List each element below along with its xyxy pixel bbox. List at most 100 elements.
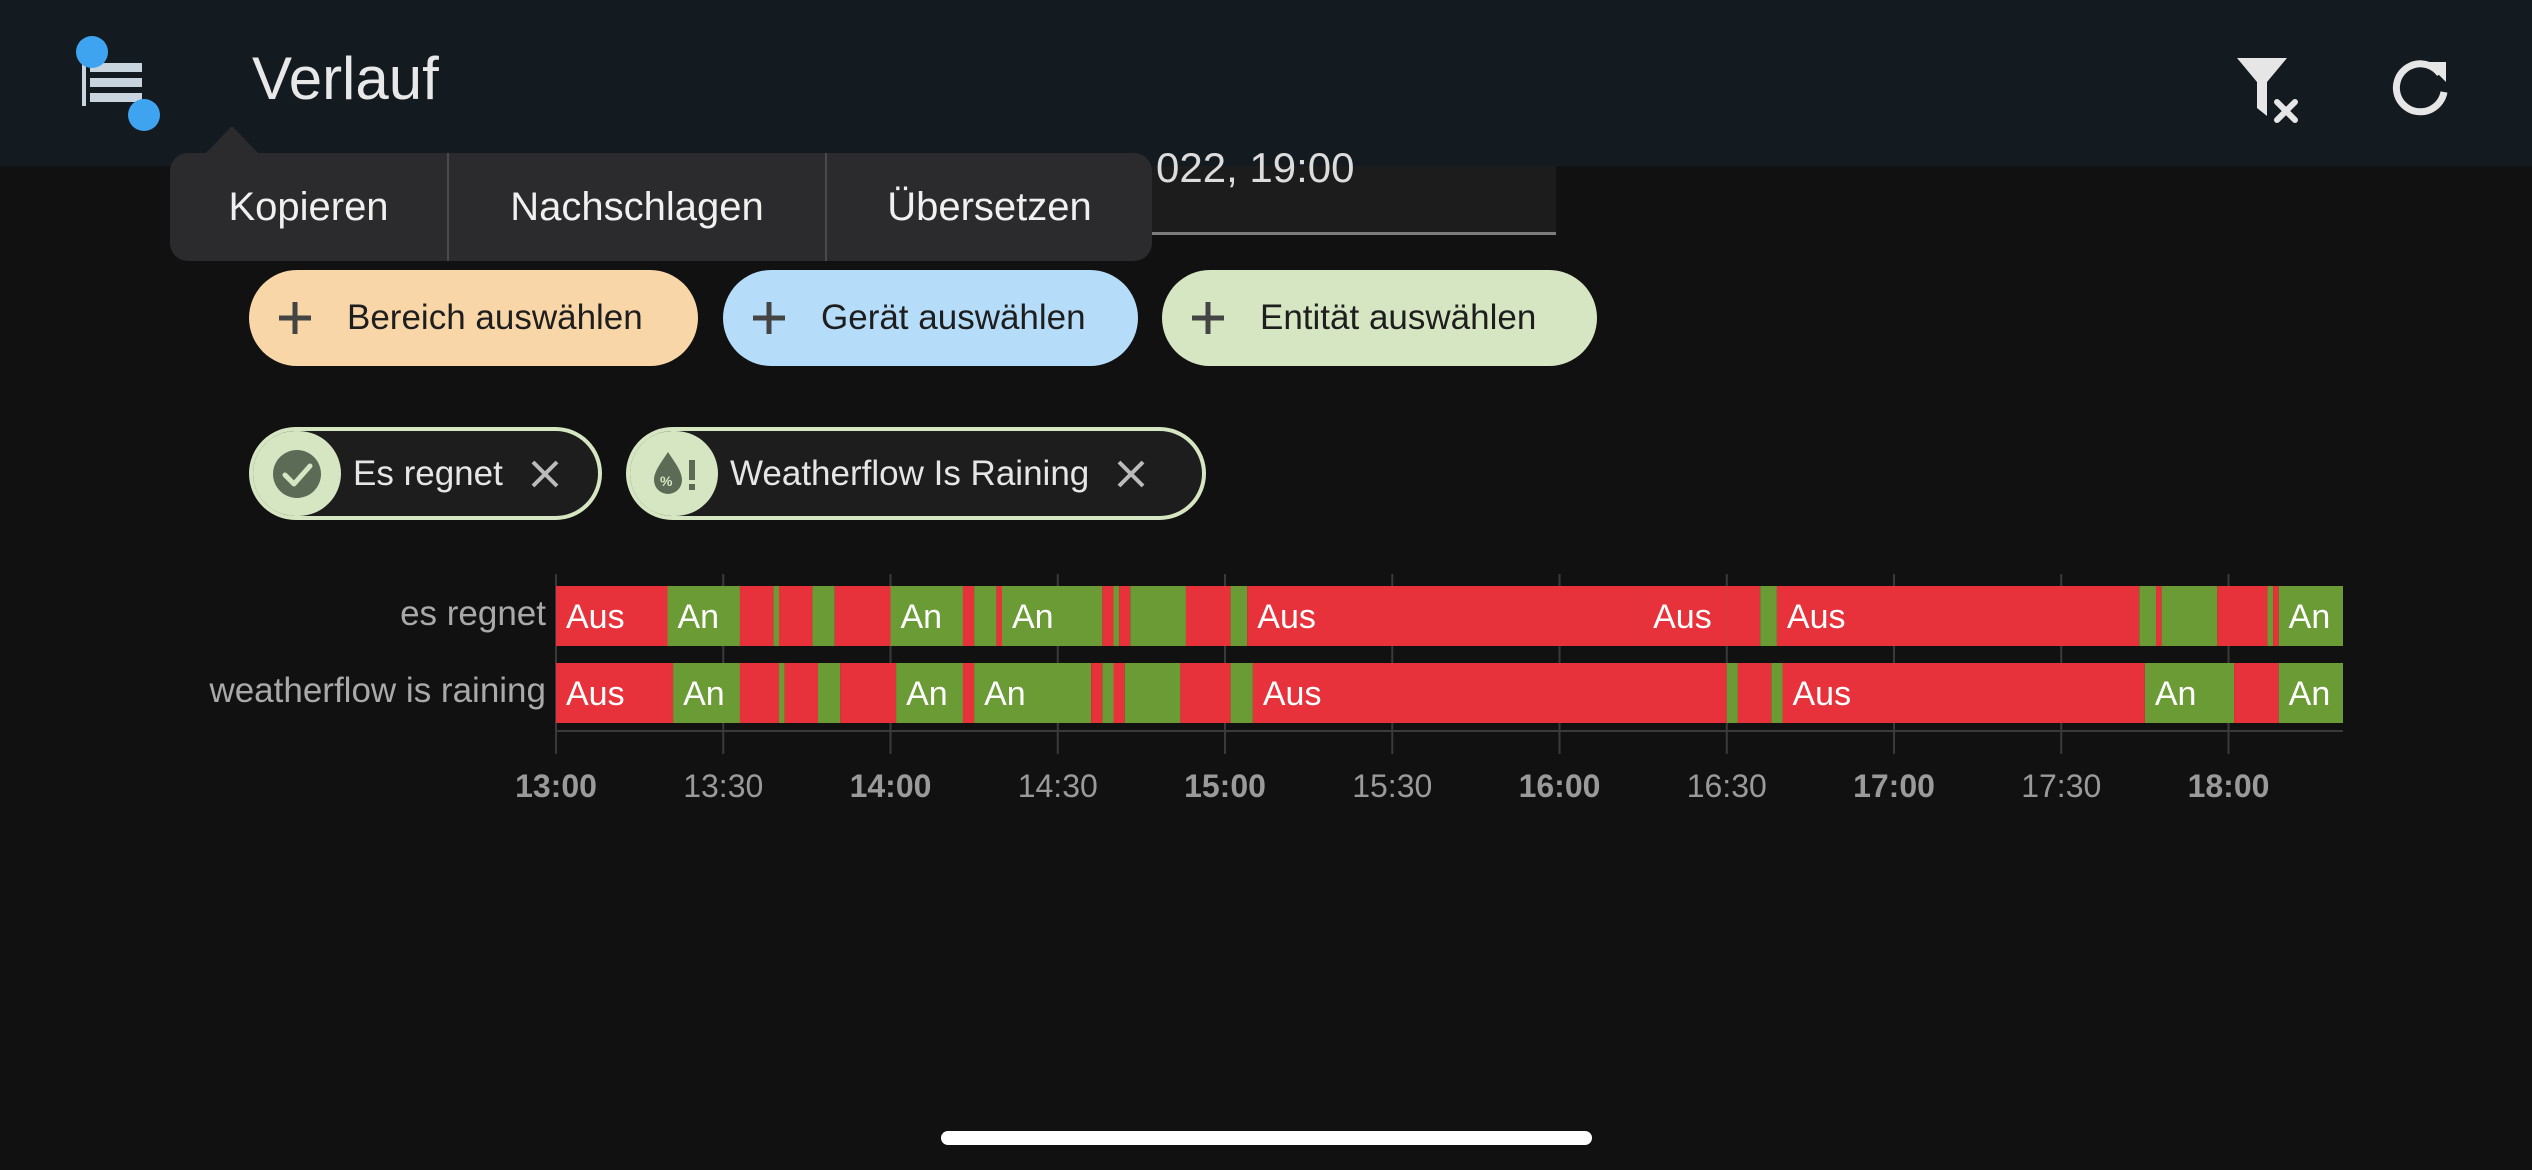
- timeline-segment-label: An: [2155, 675, 2197, 713]
- timeline-segment[interactable]: [1102, 663, 1114, 723]
- timeline-segment[interactable]: [840, 663, 897, 723]
- text-context-menu: Kopieren Nachschlagen Übersetzen: [170, 153, 1152, 261]
- timeline-segment[interactable]: [2267, 586, 2274, 646]
- close-icon[interactable]: [529, 458, 561, 490]
- end-date-field[interactable]: 022, 19:00: [1140, 144, 1556, 235]
- timeline-segment[interactable]: [1771, 663, 1783, 723]
- timeline-segment[interactable]: [1091, 663, 1103, 723]
- x-tick-label: 13:30: [683, 768, 763, 804]
- context-menu-translate[interactable]: Übersetzen: [825, 153, 1152, 261]
- choose-entity-label: Entität auswählen: [1260, 298, 1537, 337]
- x-tick-label: 15:00: [1184, 768, 1266, 804]
- timeline-segment[interactable]: [1230, 586, 1248, 646]
- timeline-segment[interactable]: [1230, 663, 1253, 723]
- x-tick-label: 17:30: [2021, 768, 2101, 804]
- entity-chip-label: Es regnet: [353, 453, 503, 493]
- timeline-segment-label: Aus: [1787, 598, 1846, 636]
- timeline-segment-label: Aus: [566, 675, 625, 713]
- timeline-segment-label: An: [2289, 675, 2331, 713]
- timeline-segment[interactable]: [1130, 586, 1186, 646]
- choose-area-button[interactable]: Bereich auswählen: [249, 270, 698, 366]
- timeline-segment[interactable]: [1124, 663, 1181, 723]
- timeline-segment[interactable]: [2161, 586, 2218, 646]
- timeline-segment[interactable]: [974, 586, 997, 646]
- x-tick-label: 15:30: [1352, 768, 1432, 804]
- timeline-segment[interactable]: [1185, 586, 1231, 646]
- menu-button[interactable]: [68, 30, 168, 135]
- timeline-segment-label: An: [683, 675, 725, 713]
- timeline-segment[interactable]: [1113, 663, 1125, 723]
- svg-text:%: %: [660, 473, 673, 489]
- timeline-segment[interactable]: [1113, 586, 1120, 646]
- sidebar-menu-icon: [76, 36, 160, 131]
- page-title: Verlauf: [252, 45, 439, 112]
- timeline-segment[interactable]: [2273, 586, 2279, 646]
- timeline-segment-label: Aus: [1263, 675, 1322, 713]
- timeline-segment-label: Aus: [566, 598, 625, 636]
- timeline-segment-label: An: [678, 598, 720, 636]
- end-date-value: 022, 19:00: [1156, 144, 1355, 191]
- timeline-segment[interactable]: [773, 586, 779, 646]
- entity-chip-weatherflow-is-raining: % Weatherflow Is Raining: [626, 427, 1206, 520]
- app-toolbar: Verlauf: [0, 0, 2532, 166]
- plus-icon: [279, 302, 311, 334]
- timeline-segment[interactable]: [962, 663, 975, 723]
- timeline-segment-label: An: [984, 675, 1026, 713]
- timeline-segment[interactable]: [2156, 586, 2162, 646]
- x-tick-label: 16:00: [1519, 768, 1601, 804]
- context-menu-pointer: [205, 126, 259, 154]
- plus-icon: [753, 302, 785, 334]
- choose-area-label: Bereich auswählen: [347, 298, 643, 337]
- timeline-segment-label: Aus: [1793, 675, 1852, 713]
- refresh-button[interactable]: [2380, 50, 2460, 130]
- timeline-segment[interactable]: [739, 663, 779, 723]
- timeline-segment-label: Aus: [1257, 598, 1316, 636]
- choose-device-button[interactable]: Gerät auswählen: [723, 270, 1138, 366]
- refresh-icon: [2392, 60, 2448, 116]
- filter-remove-icon: [2237, 58, 2298, 123]
- check-circle-icon: [273, 449, 321, 498]
- choose-device-label: Gerät auswählen: [821, 298, 1086, 337]
- x-tick-label: 16:30: [1687, 768, 1767, 804]
- timeline-segment[interactable]: [834, 586, 891, 646]
- timeline-segment[interactable]: [2139, 586, 2157, 646]
- timeline-segment[interactable]: [1252, 663, 1727, 723]
- x-tick-label: 18:00: [2188, 768, 2270, 804]
- timeline-segment[interactable]: [1726, 586, 1761, 646]
- timeline-segment[interactable]: [812, 586, 835, 646]
- timeline-segment[interactable]: [1760, 586, 1777, 646]
- x-tick-label: 17:00: [1853, 768, 1935, 804]
- timeline-segment[interactable]: [1737, 663, 1772, 723]
- x-tick-label: 13:00: [515, 768, 597, 804]
- timeline-segment-label: Aus: [1653, 598, 1712, 636]
- water-percent-alert-icon: %: [654, 451, 695, 494]
- timeline-segment[interactable]: [996, 586, 1002, 646]
- context-menu-look-up[interactable]: Nachschlagen: [447, 153, 825, 261]
- timeline-segment-label: An: [2289, 598, 2331, 636]
- timeline-segment-label: An: [901, 598, 943, 636]
- entity-chip-es-regnet: Es regnet: [249, 427, 602, 520]
- timeline-segment[interactable]: [739, 586, 774, 646]
- timeline-segment[interactable]: [818, 663, 841, 723]
- timeline-segment[interactable]: [1180, 663, 1231, 723]
- clear-filter-button[interactable]: [2225, 50, 2305, 130]
- home-indicator: [941, 1131, 1592, 1145]
- timeline-segment[interactable]: [2217, 586, 2268, 646]
- context-menu-copy[interactable]: Kopieren: [170, 153, 447, 261]
- x-tick-label: 14:30: [1018, 768, 1098, 804]
- x-tick-label: 14:00: [850, 768, 932, 804]
- timeline-segment[interactable]: [1119, 586, 1131, 646]
- timeline-segment[interactable]: [962, 586, 975, 646]
- history-timeline-chart: 13:00 13:30 14:00 14:30 15:00 15:30 16:00 16:30…: [515, 574, 2343, 804]
- timeline-segment-label: An: [1012, 598, 1054, 636]
- timeline-segment[interactable]: [779, 586, 813, 646]
- timeline-segment-label: An: [906, 675, 948, 713]
- timeline-segment[interactable]: [779, 663, 785, 723]
- close-icon[interactable]: [1115, 458, 1147, 490]
- timeline-segment[interactable]: [784, 663, 819, 723]
- timeline-segment[interactable]: [2234, 663, 2279, 723]
- plus-icon: [1192, 302, 1224, 334]
- choose-entity-button[interactable]: Entität auswählen: [1162, 270, 1597, 366]
- timeline-segment[interactable]: [1102, 586, 1114, 646]
- timeline-segment[interactable]: [1726, 663, 1738, 723]
